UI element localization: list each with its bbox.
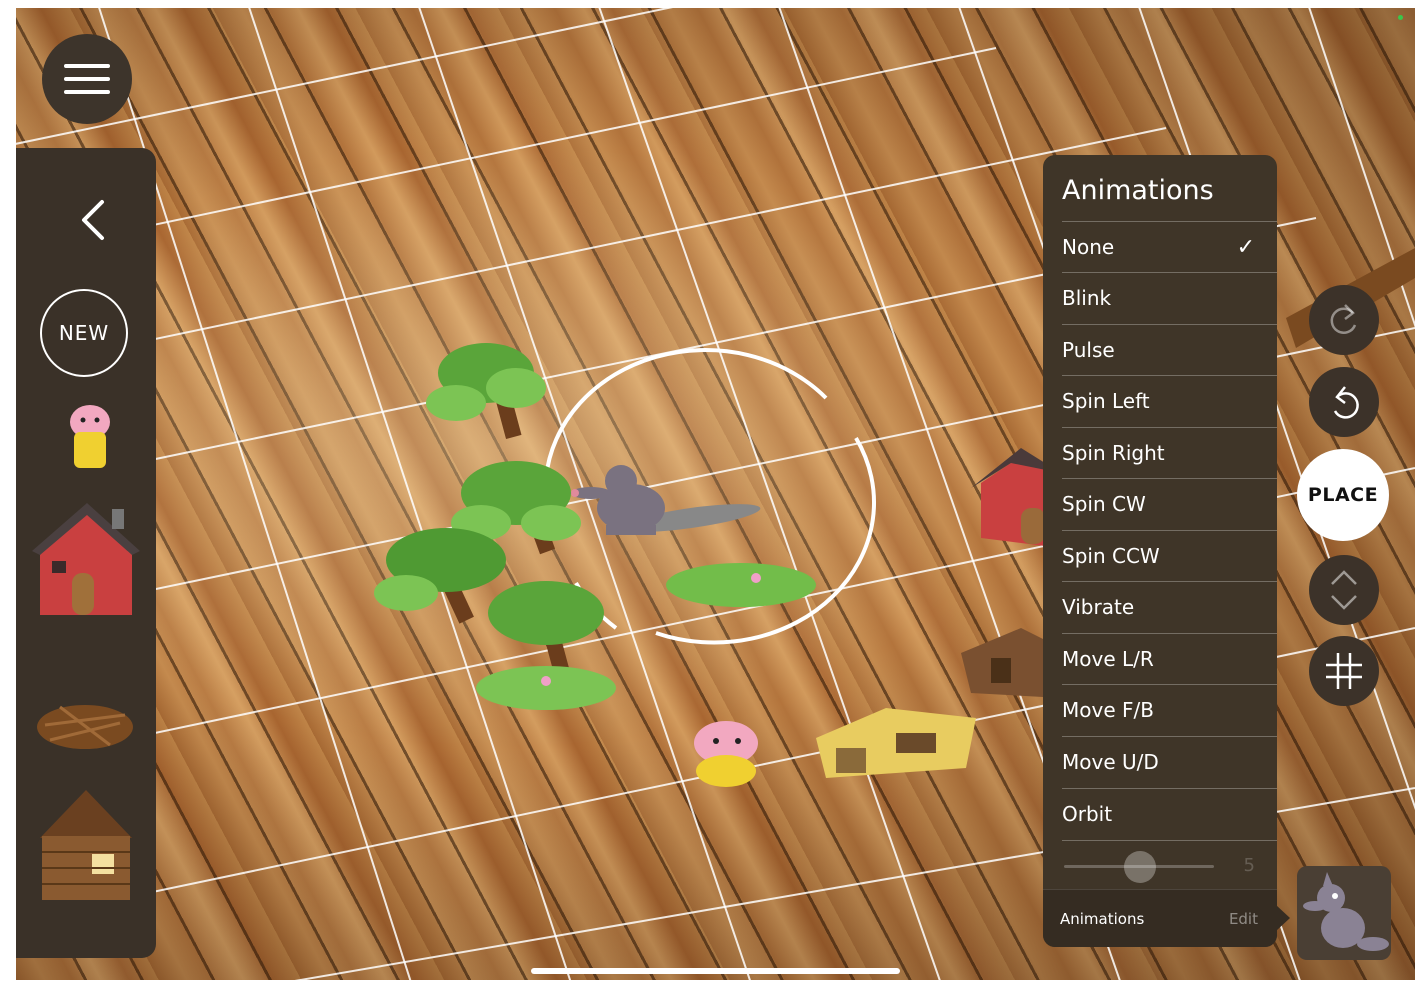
menu-icon (64, 64, 110, 68)
edit-tab[interactable]: Edit (1229, 910, 1258, 928)
animation-option-blink[interactable]: Blink (1062, 272, 1277, 323)
animation-option-spin-ccw[interactable]: Spin CCW (1062, 530, 1277, 581)
vertical-move-button[interactable] (1309, 555, 1379, 625)
place-button[interactable]: PLACE (1297, 449, 1389, 541)
animation-option-vibrate[interactable]: Vibrate (1062, 581, 1277, 632)
back-chevron-icon[interactable] (78, 198, 108, 250)
sidebar-item-brick-house[interactable] (32, 503, 142, 621)
undo-icon (1333, 386, 1359, 419)
redo-icon (1330, 304, 1357, 334)
straw-house-object[interactable] (796, 698, 986, 788)
panel-title: Animations (1062, 175, 1214, 206)
animation-option-none[interactable]: None ✓ (1062, 221, 1277, 272)
panel-footer: Animations Edit (1043, 889, 1277, 947)
animation-option-orbit[interactable]: Orbit (1062, 788, 1277, 839)
grid-icon (1326, 653, 1362, 689)
undo-button[interactable] (1309, 367, 1379, 437)
wolf-thumbnail (1303, 872, 1389, 951)
home-indicator[interactable] (531, 968, 900, 974)
sidebar-item-stick-house[interactable] (36, 788, 136, 903)
grid-toggle-button[interactable] (1309, 636, 1379, 706)
animation-option-pulse[interactable]: Pulse (1062, 324, 1277, 375)
animation-option-spin-cw[interactable]: Spin CW (1062, 478, 1277, 529)
tree-object[interactable] (466, 573, 626, 723)
animations-panel: Animations None ✓ Blink Pulse Spin Left … (1043, 155, 1277, 947)
tree-object[interactable] (416, 328, 556, 448)
animation-option-spin-right[interactable]: Spin Right (1062, 427, 1277, 478)
object-sidebar: NEW (16, 148, 156, 958)
wolf-object[interactable] (551, 463, 761, 563)
checkmark-icon: ✓ (1236, 234, 1255, 260)
selected-object-thumbnail[interactable] (1297, 866, 1391, 960)
sidebar-item-pig[interactable] (60, 402, 120, 474)
redo-button[interactable] (1309, 285, 1379, 355)
animation-speed-slider[interactable]: 5 (1062, 840, 1277, 891)
animation-option-move-lr[interactable]: Move L/R (1062, 633, 1277, 684)
vertical-move-icon (1331, 570, 1357, 610)
slider-knob[interactable] (1124, 851, 1156, 883)
sidebar-item-stick-pile[interactable] (30, 685, 140, 755)
panel-pointer (1276, 905, 1290, 931)
new-button[interactable]: NEW (40, 289, 128, 377)
menu-button[interactable] (42, 34, 132, 124)
animation-option-move-ud[interactable]: Move U/D (1062, 736, 1277, 787)
animations-tab[interactable]: Animations (1060, 910, 1144, 928)
slider-value: 5 (1243, 855, 1255, 876)
camera-indicator-dot (1398, 15, 1403, 20)
animation-option-spin-left[interactable]: Spin Left (1062, 375, 1277, 426)
pig-object[interactable] (666, 713, 796, 793)
animation-option-move-fb[interactable]: Move F/B (1062, 684, 1277, 735)
